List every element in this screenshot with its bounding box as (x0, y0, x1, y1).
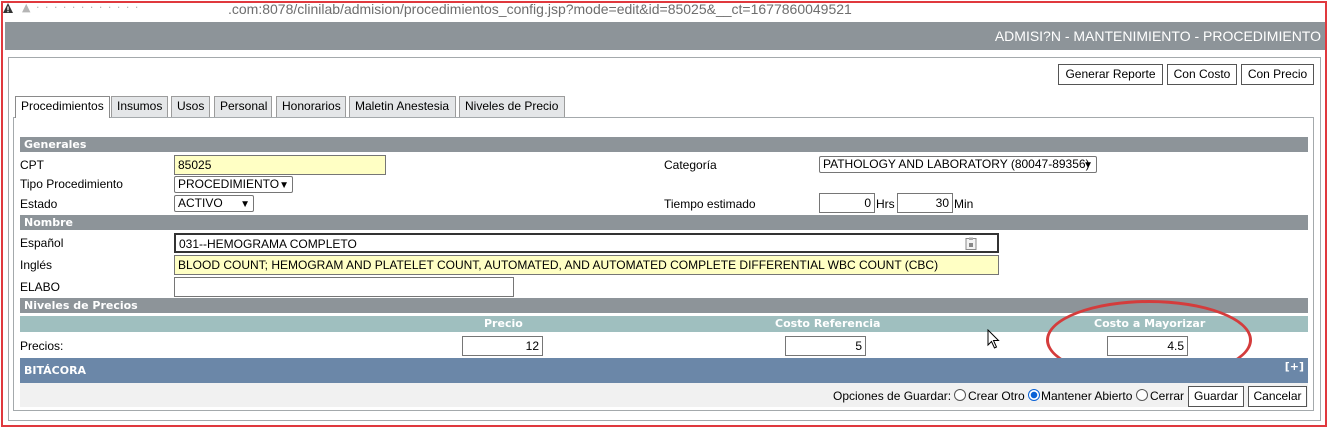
elabo-label: ELABO (20, 280, 61, 294)
chevron-down-icon: ▼ (279, 180, 289, 191)
tab-title-faded: ▲ · · · · · · · · · · · · (22, 1, 140, 14)
url-text[interactable]: .com:8078/clinilab/admision/procedimient… (228, 1, 852, 17)
col-costo-a-mayorizar: Costo a Mayorizar (1094, 317, 1206, 330)
categoria-value: PATHOLOGY AND LABORATORY (80047-89356) (823, 157, 1090, 171)
ingles-label: Inglés (20, 258, 53, 272)
price-columns-header: Precio Costo Referencia Costo a Mayoriza… (20, 316, 1308, 332)
address-bar[interactable]: ▲ · · · · · · · · · · · · .com:8078/clin… (0, 0, 1329, 22)
generate-report-button[interactable]: Generar Reporte (1058, 64, 1163, 85)
title-bar: ADMISI?N - MANTENIMIENTO - PROCEDIMIENTO (5, 22, 1325, 50)
crear-otro-label[interactable]: Crear Otro (968, 389, 1025, 403)
categoria-label: Categoría (664, 158, 717, 172)
page-title: ADMISI?N - MANTENIMIENTO - PROCEDIMIENTO (994, 28, 1321, 44)
radio-cerrar[interactable] (1136, 389, 1148, 401)
tiempo-estimado-label: Tiempo estimado (664, 197, 756, 211)
bitacora-bar[interactable]: BITÁCORA [+] (20, 358, 1308, 383)
tab-maletin-anestesia[interactable]: Maletin Anestesia (349, 96, 456, 117)
section-niveles-de-precios: Niveles de Precios (20, 298, 1308, 313)
espanol-value: 031--HEMOGRAMA COMPLETO (179, 237, 357, 251)
minutes-input[interactable]: 30 (897, 193, 953, 213)
espanol-input[interactable]: 031--HEMOGRAMA COMPLETO (174, 233, 999, 253)
estado-value: ACTIVO (178, 196, 223, 210)
precio-input[interactable]: 12 (462, 336, 543, 356)
tipo-procedimiento-value: PROCEDIMIENTO (178, 177, 280, 191)
tab-procedimientos[interactable]: Procedimientos (15, 96, 110, 118)
cancel-button[interactable]: Cancelar (1248, 386, 1307, 407)
tab-usos[interactable]: Usos (171, 96, 210, 117)
tab-personal[interactable]: Personal (214, 96, 272, 117)
col-costo-referencia: Costo Referencia (775, 317, 881, 330)
minutes-label: Min (954, 197, 974, 211)
mouse-cursor-icon (987, 329, 1000, 349)
mantener-abierto-label[interactable]: Mantener Abierto (1041, 389, 1132, 403)
with-cost-button[interactable]: Con Costo (1167, 64, 1237, 85)
save-options-bar: Opciones de Guardar: Crear Otro Mantener… (20, 383, 1308, 407)
tab-niveles-de-precio[interactable]: Niveles de Precio (459, 96, 565, 117)
tab-insumos[interactable]: Insumos (111, 96, 168, 117)
bitacora-title: BITÁCORA (24, 364, 87, 377)
cerrar-label[interactable]: Cerrar (1150, 389, 1184, 403)
warning-icon (3, 3, 13, 13)
chevron-down-icon: ▼ (240, 199, 250, 210)
save-options-label: Opciones de Guardar: (833, 389, 952, 403)
tipo-procedimiento-select[interactable]: PROCEDIMIENTO ▼ (174, 176, 293, 193)
tipo-procedimiento-label: Tipo Procedimiento (20, 177, 123, 191)
precios-label: Precios: (20, 339, 64, 353)
cpt-input[interactable]: 85025 (174, 155, 386, 175)
ingles-input[interactable]: BLOOD COUNT; HEMOGRAM AND PLATELET COUNT… (174, 255, 999, 275)
estado-select[interactable]: ACTIVO ▼ (174, 195, 254, 212)
bitacora-expand-toggle[interactable]: [+] (1285, 360, 1304, 373)
costo-a-mayorizar-input[interactable]: 4.5 (1107, 336, 1188, 356)
radio-crear-otro[interactable] (954, 389, 966, 401)
hours-label: Hrs (876, 197, 895, 211)
hours-input[interactable]: 0 (819, 193, 875, 213)
radio-mantener-abierto[interactable] (1028, 389, 1040, 401)
section-nombre: Nombre (20, 215, 1308, 230)
save-button[interactable]: Guardar (1188, 386, 1244, 407)
estado-label: Estado (20, 197, 58, 211)
col-precio: Precio (484, 317, 523, 330)
elabo-input[interactable] (174, 277, 514, 297)
espanol-label: Español (20, 236, 64, 250)
cpt-label: CPT (20, 158, 44, 172)
with-price-button[interactable]: Con Precio (1241, 64, 1314, 85)
section-generales: Generales (20, 137, 1308, 152)
tab-honorarios[interactable]: Honorarios (276, 96, 346, 117)
clipboard-icon (965, 237, 977, 250)
costo-referencia-input[interactable]: 5 (785, 336, 866, 356)
categoria-select[interactable]: PATHOLOGY AND LABORATORY (80047-89356) ▼ (819, 156, 1097, 173)
chevron-down-icon: ▼ (1083, 160, 1093, 171)
